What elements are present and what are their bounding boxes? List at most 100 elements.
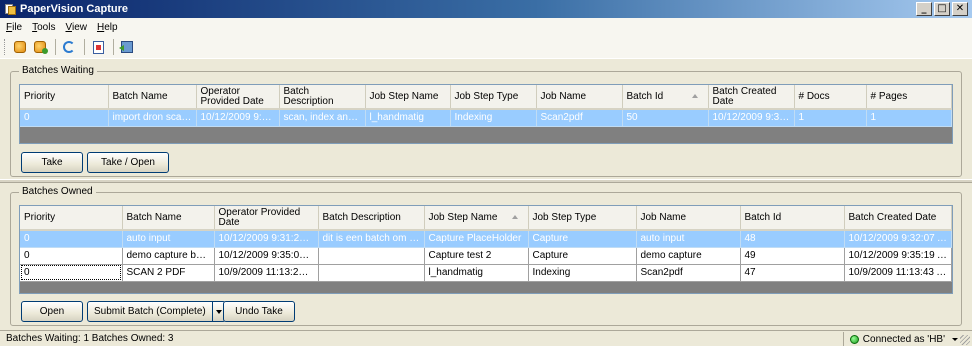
table-cell[interactable]: Capture [528, 230, 637, 248]
table-cell[interactable]: 10/12/2009 9:35:... [196, 109, 280, 127]
batches-owned-grid[interactable]: Priority Batch Name Operator Provided Date… [19, 205, 953, 294]
submit-batch-button[interactable]: Submit Batch (Complete) [87, 301, 213, 322]
take-open-button[interactable]: Take / Open [87, 152, 169, 173]
menu-help[interactable]: Help [97, 22, 118, 33]
table-cell[interactable]: l_handmatig [424, 264, 529, 282]
table-row[interactable]: 0 demo capture batch 10/12/2009 9:35:05 AM… [20, 247, 952, 265]
waiting-column-header[interactable]: Batch Id [622, 85, 709, 110]
waiting-column-header[interactable]: Job Step Type [450, 85, 537, 110]
batches-owned-group: Batches Owned Priority Batch Name Operator… [10, 186, 962, 326]
table-cell[interactable]: 1 [866, 109, 952, 127]
waiting-column-header[interactable]: Job Step Name [365, 85, 451, 110]
owned-column-header[interactable]: Job Name [636, 206, 741, 231]
waiting-column-header[interactable]: # Docs [794, 85, 867, 110]
owned-column-header[interactable]: Batch Created Date [844, 206, 952, 231]
table-cell[interactable]: 0 [20, 247, 123, 265]
table-row[interactable]: 0 import dron scanner 10/12/2009 9:35:... s… [20, 109, 952, 127]
connected-icon [849, 334, 859, 344]
table-cell[interactable]: 10/12/2009 9:35:05 AM [214, 247, 319, 265]
waiting-column-label: Batch Name [112, 90, 168, 102]
exit-icon [119, 41, 133, 53]
table-cell[interactable]: 0 [20, 230, 123, 248]
maximize-button[interactable]: □ [934, 2, 950, 16]
waiting-column-header[interactable]: Priority [20, 85, 109, 110]
waiting-column-header[interactable]: # Pages [866, 85, 952, 110]
refresh-toolbar-button[interactable] [60, 38, 78, 56]
owned-column-header[interactable]: Job Step Type [528, 206, 637, 231]
table-cell[interactable]: import dron scanner [108, 109, 197, 127]
table-cell[interactable]: 49 [740, 247, 845, 265]
waiting-column-label: Batch Description [283, 85, 334, 107]
resize-grip-icon[interactable] [960, 335, 970, 345]
table-cell[interactable]: 10/12/2009 9:31:27 AM [214, 230, 319, 248]
table-cell[interactable]: 1 [794, 109, 867, 127]
table-cell[interactable]: Scan2pdf [636, 264, 741, 282]
waiting-column-header[interactable]: Batch Created Date [708, 85, 795, 110]
toolbar-grip[interactable] [4, 39, 7, 55]
take-button[interactable]: Take [21, 152, 83, 173]
table-cell[interactable]: 50 [622, 109, 709, 127]
menu-file[interactable]: File [6, 22, 22, 33]
owned-column-label: Batch Description [322, 211, 401, 223]
table-cell[interactable]: Indexing [528, 264, 637, 282]
waiting-column-header[interactable]: Batch Name [108, 85, 197, 110]
owned-column-header[interactable]: Operator Provided Date [214, 206, 319, 231]
menu-view[interactable]: View [65, 22, 87, 33]
waiting-column-label: # Docs [798, 90, 830, 102]
table-cell[interactable]: 48 [740, 230, 845, 248]
table-cell[interactable]: Capture [528, 247, 637, 265]
owned-column-label: Job Step Type [532, 211, 597, 223]
table-cell[interactable]: SCAN 2 PDF [122, 264, 215, 282]
submit-toolbar-button[interactable] [89, 38, 107, 56]
table-cell[interactable]: 10/9/2009 11:13:43 AM [844, 264, 952, 282]
waiting-column-header[interactable]: Batch Description [279, 85, 366, 110]
table-cell[interactable]: 10/12/2009 9:36:... [708, 109, 795, 127]
minimize-button[interactable]: _ [916, 2, 932, 16]
take-toolbar-button[interactable] [11, 38, 29, 56]
table-cell[interactable]: 10/12/2009 9:35:19 AM [844, 247, 952, 265]
owned-column-header[interactable]: Priority [20, 206, 123, 231]
waiting-column-header[interactable]: Job Name [536, 85, 623, 110]
table-cell[interactable]: dit is een batch om aut... [318, 230, 425, 248]
table-cell[interactable]: demo capture [636, 247, 741, 265]
table-cell[interactable] [318, 264, 425, 282]
table-cell[interactable]: 10/9/2009 11:13:24 AM [214, 264, 319, 282]
owned-column-label: Priority [24, 211, 56, 223]
table-cell[interactable]: Scan2pdf [536, 109, 623, 127]
table-cell[interactable]: Capture PlaceHolder [424, 230, 529, 248]
menu-bar: File Tools View Help [0, 18, 972, 36]
table-cell[interactable]: auto input [122, 230, 215, 248]
open-button[interactable]: Open [21, 301, 83, 322]
toolbar-separator [84, 39, 85, 55]
table-row[interactable]: 0 SCAN 2 PDF 10/9/2009 11:13:24 AM l_handma… [20, 264, 952, 282]
table-cell[interactable]: 47 [740, 264, 845, 282]
table-cell[interactable]: demo capture batch [122, 247, 215, 265]
refresh-icon [63, 41, 75, 53]
close-button[interactable]: ✕ [952, 2, 968, 16]
undo-take-button[interactable]: Undo Take [223, 301, 295, 322]
connection-status[interactable]: Connected as 'HB' [842, 332, 958, 346]
batches-waiting-grid[interactable]: Priority Batch Name Operator Provided Date… [19, 84, 953, 144]
exit-toolbar-button[interactable] [118, 38, 136, 56]
menu-tools[interactable]: Tools [32, 22, 55, 33]
take-open-toolbar-button[interactable] [31, 38, 49, 56]
table-cell[interactable]: 0 [20, 109, 109, 127]
owned-column-header[interactable]: Batch Name [122, 206, 215, 231]
table-cell[interactable]: Capture test 2 [424, 247, 529, 265]
window-title: PaperVision Capture [20, 3, 128, 15]
table-cell[interactable]: l_handmatig [365, 109, 451, 127]
panel-splitter[interactable] [0, 179, 972, 183]
owned-column-header[interactable]: Batch Id [740, 206, 845, 231]
table-cell[interactable]: 10/12/2009 9:32:07 AM [844, 230, 952, 248]
owned-column-header[interactable]: Batch Description [318, 206, 425, 231]
table-cell[interactable] [318, 247, 425, 265]
owned-column-label: Operator Provided Date [218, 206, 301, 228]
waiting-column-header[interactable]: Operator Provided Date [196, 85, 280, 110]
table-cell[interactable]: Indexing [450, 109, 537, 127]
waiting-column-label: Priority [24, 90, 56, 102]
table-cell[interactable]: auto input [636, 230, 741, 248]
table-row[interactable]: 0 auto input 10/12/2009 9:31:27 AM dit is e… [20, 230, 952, 248]
owned-column-header[interactable]: Job Step Name [424, 206, 529, 231]
table-cell[interactable]: scan, index and m... [279, 109, 366, 127]
table-cell[interactable]: 0 [20, 264, 123, 282]
